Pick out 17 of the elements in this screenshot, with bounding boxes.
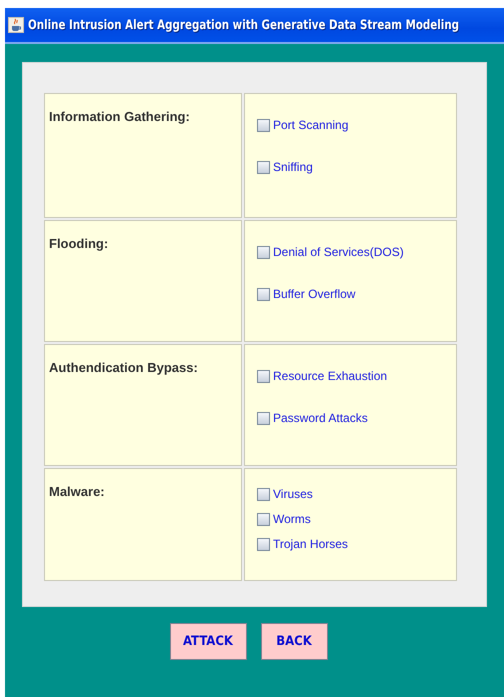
- category-label: Information Gathering:: [49, 109, 190, 124]
- category-label: Flooding:: [49, 236, 108, 251]
- back-button[interactable]: BACK: [260, 623, 328, 660]
- attack-checkbox[interactable]: Buffer Overflow: [257, 287, 356, 301]
- attack-checkbox[interactable]: Resource Exhaustion: [257, 369, 388, 383]
- attack-checkbox[interactable]: Port Scanning: [257, 118, 348, 132]
- attack-button[interactable]: ATTACK: [170, 623, 246, 660]
- coffee-cup-icon: [8, 17, 24, 33]
- attack-checkbox[interactable]: Sniffing: [257, 160, 313, 174]
- attack-checkbox[interactable]: Viruses: [257, 487, 313, 501]
- attack-checkbox[interactable]: Trojan Horses: [257, 537, 348, 551]
- window-title: Online Intrusion Alert Aggregation with Generative Data Stream Modeling: [28, 18, 460, 32]
- attack-checkbox[interactable]: Denial of Services(DOS): [257, 245, 404, 259]
- category-label: Malware:: [49, 484, 105, 499]
- attack-checkbox[interactable]: Worms: [257, 512, 311, 526]
- category-label: Authendication Bypass:: [49, 360, 198, 375]
- attack-checkbox[interactable]: Password Attacks: [257, 411, 368, 425]
